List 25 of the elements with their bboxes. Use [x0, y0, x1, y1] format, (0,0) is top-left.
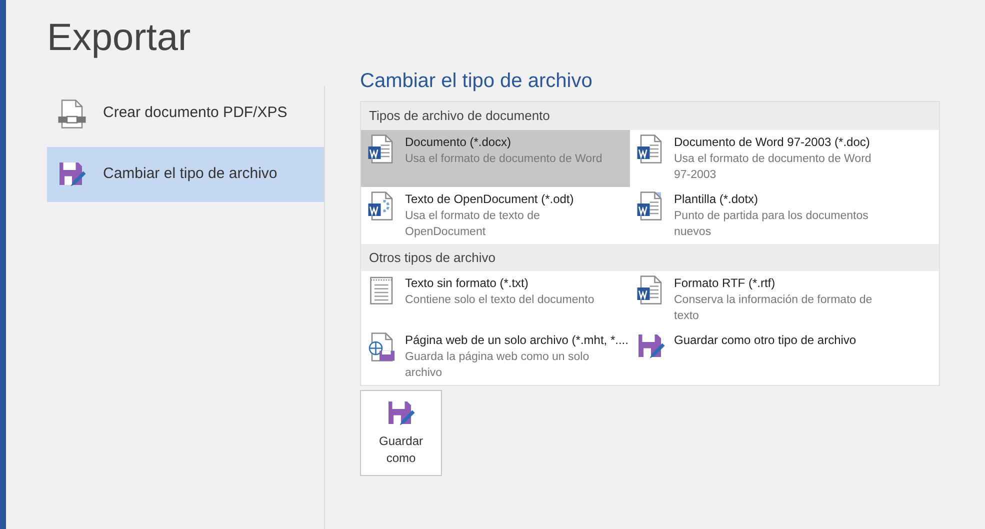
section-title: Cambiar el tipo de archivo: [360, 69, 594, 94]
option-title: Guardar como otro tipo de archivo: [674, 332, 856, 349]
option-description: Contiene solo el texto del documento: [405, 293, 594, 308]
nav-item[interactable]: Crear documento PDF/XPS: [47, 86, 324, 141]
option-description: Usa el formato de documento de Word 97-2003: [674, 152, 872, 182]
option-title: Documento (*.docx): [405, 134, 512, 150]
option-description: Usa el formato de documento de Word: [405, 152, 602, 166]
option-title: Texto sin formato (*.txt): [405, 275, 530, 292]
group-heading: Tipos de archivo de documento: [361, 102, 939, 130]
option-title: Formato RTF (*.rtf): [674, 275, 776, 292]
option-title: Texto de OpenDocument (*.odt): [405, 190, 575, 208]
document-icon: [57, 98, 87, 128]
option-description: Conserva la información de formato de texto: [674, 293, 874, 324]
save-as-button[interactable]: Guardar como: [360, 390, 442, 476]
option-description: Usa el formato de texto de OpenDocument: [405, 208, 541, 240]
web-page-icon: [367, 332, 397, 362]
page-title: Exportar: [47, 16, 192, 61]
nav-item[interactable]: Cambiar el tipo de archivo: [47, 147, 324, 202]
file-type-option[interactable]: Documento (*.docx) Usa el formato de documento de Word: [361, 130, 630, 186]
option-description: Punto de partida para los documentos nuevos: [674, 208, 870, 240]
option-title: Plantilla (*.dotx): [674, 190, 760, 208]
option-title: Documento de Word 97-2003 (*.doc): [674, 134, 871, 150]
group-heading: Otros tipos de archivo: [361, 244, 939, 271]
option-description: Guarda la página web como un solo archivo: [405, 350, 590, 381]
option-title: Página web de un solo archivo (*.mht, *....: [405, 332, 628, 349]
